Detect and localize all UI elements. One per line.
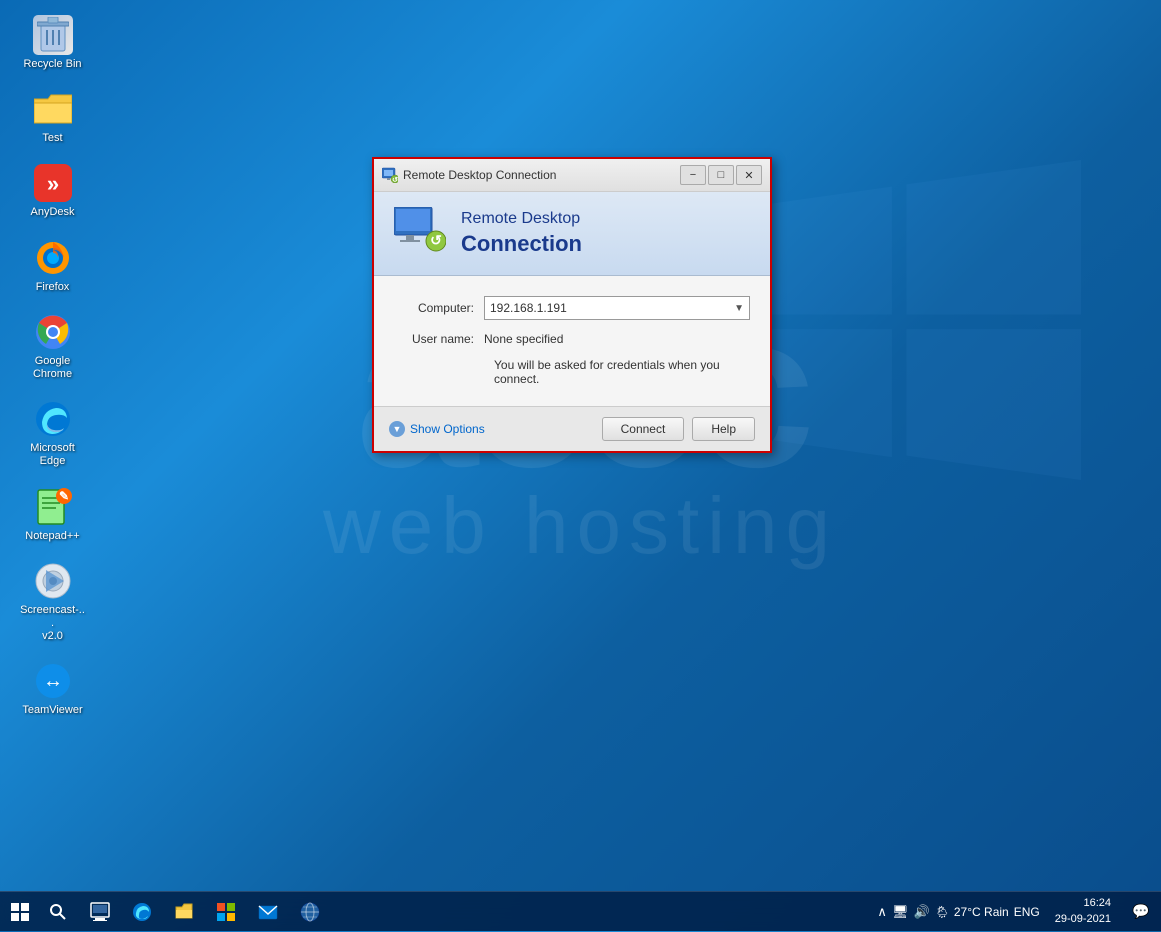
svg-text:↔: ↔ [43,670,63,692]
maximize-button[interactable]: □ [708,165,734,185]
systray-icons: ∧ 🖥 🔊 [877,904,929,920]
desktop-icon-recycle-bin[interactable]: Recycle Bin [15,10,90,76]
desktop-icon-microsoft-edge[interactable]: Microsoft Edge [15,394,90,473]
taskbar-right: ∧ 🖥 🔊 🌦 27°C Rain ENG 16:24 29-09-2021 💬 [877,892,1161,932]
screencast-icon [33,561,73,601]
anydesk-label: AnyDesk [30,206,74,219]
computer-row: Computer: 192.168.1.191 ▼ [394,296,750,320]
header-line1: Remote Desktop [461,209,582,230]
dropdown-arrow-icon: ▼ [734,303,744,314]
test-label: Test [42,132,62,145]
desktop-icon-anydesk[interactable]: » AnyDesk [15,158,90,224]
titlebar-left: ↺ Remote Desktop Connection [382,167,556,183]
desktop-icon-teamviewer[interactable]: ↔ TeamViewer [15,656,90,722]
dialog-footer: ▼ Show Options Connect Help [374,406,770,451]
microsoft-edge-label: Microsoft Edge [20,442,85,468]
firefox-icon [33,238,73,278]
systray-chevron[interactable]: ∧ [877,904,887,920]
notepadpp-icon: ✎ [33,487,73,527]
clock-time: 16:24 [1055,896,1111,911]
dialog-buttons: Connect Help [602,417,755,441]
dialog-header-title: Remote Desktop Connection [461,209,582,258]
recycle-bin-icon [33,15,73,55]
minimize-button[interactable]: − [680,165,706,185]
notepadpp-label: Notepad++ [25,530,79,543]
connect-button[interactable]: Connect [602,417,685,441]
credentials-message: You will be asked for credentials when y… [494,358,750,386]
notification-button[interactable]: 💬 [1126,892,1156,932]
screencast-label: Screencast-...v2.0 [20,604,85,644]
recycle-bin-label: Recycle Bin [23,58,81,71]
show-options-button[interactable]: ▼ Show Options [389,421,485,437]
test-folder-icon [33,89,73,129]
systray-network[interactable]: 🖥 [892,904,909,920]
dialog-title: Remote Desktop Connection [403,168,556,182]
svg-text:»: » [46,171,58,196]
anydesk-icon: » [33,163,73,203]
taskbar-taskmgr[interactable] [80,892,120,932]
desktop-icon-screencast[interactable]: Screencast-...v2.0 [15,556,90,649]
help-button[interactable]: Help [692,417,755,441]
start-button[interactable] [0,892,40,932]
desktop-icon-test[interactable]: Test [15,84,90,150]
titlebar-controls: − □ ✕ [680,165,762,185]
teamviewer-icon: ↔ [33,661,73,701]
clock-date: 29-09-2021 [1055,912,1111,927]
taskbar-weather[interactable]: 🌦 27°C Rain [935,905,1009,919]
username-label: User name: [394,332,484,346]
dialog-header: ↺ Remote Desktop Connection [374,192,770,276]
svg-text:↺: ↺ [430,232,442,248]
rdp-title-icon: ↺ [382,167,398,183]
taskbar-edge[interactable] [122,892,162,932]
svg-text:✎: ✎ [58,489,68,503]
close-button[interactable]: ✕ [736,165,762,185]
remote-desktop-dialog: ↺ Remote Desktop Connection − □ ✕ ↺ Remo… [372,157,772,453]
taskbar-apps [75,892,330,932]
svg-text:↺: ↺ [392,177,398,183]
desktop-icons: Recycle Bin Test » AnyDesk [15,10,90,722]
dialog-body: Computer: 192.168.1.191 ▼ User name: Non… [374,276,770,406]
systray-volume[interactable]: 🔊 [913,904,929,920]
windows-logo-watermark [761,160,1081,485]
taskbar-store[interactable] [206,892,246,932]
weather-icon: 🌦 [935,905,950,919]
username-row: User name: None specified [394,332,750,346]
google-chrome-label: Google Chrome [20,355,85,381]
header-line2: Connection [461,230,582,259]
rdp-header-icon: ↺ [394,207,446,260]
show-options-label: Show Options [410,422,485,436]
dialog-titlebar: ↺ Remote Desktop Connection − □ ✕ [374,159,770,192]
taskbar-globe[interactable] [290,892,330,932]
username-value: None specified [484,332,563,346]
computer-label: Computer: [394,301,484,315]
taskbar-explorer[interactable] [164,892,204,932]
taskbar: ∧ 🖥 🔊 🌦 27°C Rain ENG 16:24 29-09-2021 💬 [0,891,1161,931]
computer-input[interactable]: 192.168.1.191 ▼ [484,296,750,320]
desktop-icon-google-chrome[interactable]: Google Chrome [15,307,90,386]
microsoft-edge-icon [33,399,73,439]
show-options-icon: ▼ [389,421,405,437]
taskbar-language[interactable]: ENG [1014,905,1040,919]
weather-text: 27°C Rain [954,905,1009,919]
computer-value: 192.168.1.191 [490,301,567,315]
desktop-icon-notepadpp[interactable]: ✎ Notepad++ [15,482,90,548]
google-chrome-icon [33,312,73,352]
watermark-hosting: web hosting [323,480,838,572]
desktop-icon-firefox[interactable]: Firefox [15,233,90,299]
teamviewer-label: TeamViewer [22,704,82,717]
firefox-label: Firefox [36,281,70,294]
taskbar-mail[interactable] [248,892,288,932]
search-button[interactable] [40,892,75,932]
taskbar-clock[interactable]: 16:24 29-09-2021 [1045,896,1121,927]
